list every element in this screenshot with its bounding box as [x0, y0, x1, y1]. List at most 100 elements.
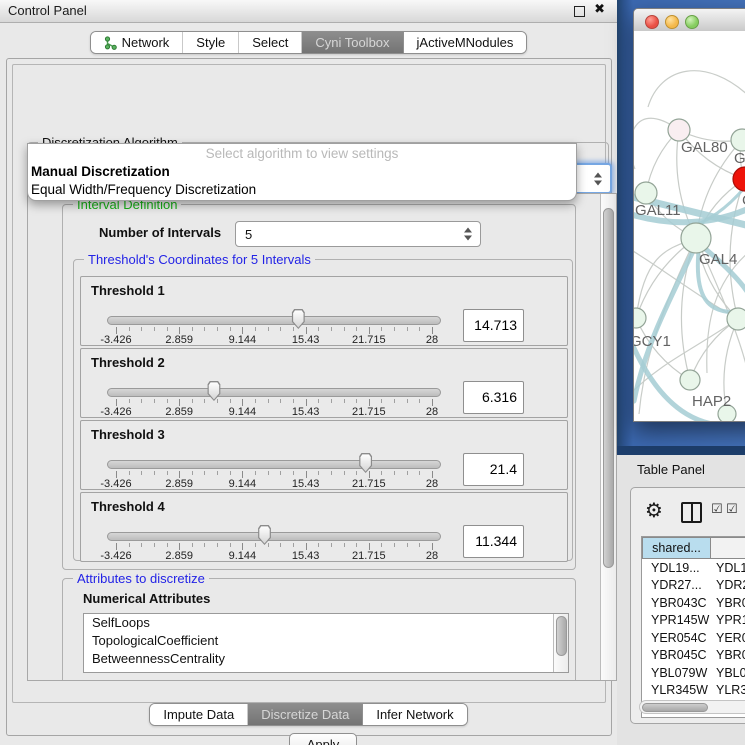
tick-mark: [230, 327, 231, 331]
tick-label: 15.43: [292, 478, 320, 490]
cell-name: YPR1: [711, 613, 745, 627]
attributes-scrollbar[interactable]: [553, 614, 568, 672]
tab-select[interactable]: Select: [238, 32, 301, 53]
tick-label: 2.859: [165, 478, 193, 490]
tick-label: 9.144: [229, 550, 257, 562]
algorithm-placeholder: Select algorithm to view settings: [28, 144, 576, 163]
settings-scrollbar[interactable]: [600, 194, 616, 680]
tick-mark: [242, 471, 243, 478]
network-window-titlebar[interactable]: [634, 9, 745, 32]
cell-shared-name: YPR145W: [642, 613, 711, 627]
threshold-value-field[interactable]: 6.316: [463, 381, 524, 414]
gear-icon[interactable]: ⚙: [645, 498, 663, 522]
table-row[interactable]: YDL19...YDL1: [642, 559, 745, 577]
close-icon[interactable]: ✖: [594, 2, 605, 17]
tick-mark: [344, 399, 345, 403]
tick-mark: [242, 399, 243, 406]
tick-mark: [192, 399, 193, 403]
network-node-gal4[interactable]: [681, 223, 711, 253]
tick-mark: [432, 471, 433, 478]
thresholds-group-title: Threshold's Coordinates for 5 Intervals: [84, 252, 315, 267]
window-title: Control Panel: [8, 0, 87, 22]
tick-mark: [280, 543, 281, 547]
tick-mark: [167, 399, 168, 403]
table-row[interactable]: YER054CYER0: [642, 629, 745, 647]
control-panel-titlebar[interactable]: Control Panel ✖: [0, 0, 617, 23]
network-node-c[interactable]: [733, 167, 745, 191]
tick-mark: [204, 543, 205, 547]
tab-label: Network: [122, 35, 170, 50]
tick-mark: [129, 327, 130, 331]
numerical-attributes-list[interactable]: SelfLoopsTopologicalCoefficientBetweenne…: [83, 613, 569, 673]
close-traffic-light-icon[interactable]: [645, 15, 659, 29]
checkbox-column-icon[interactable]: ☑: [711, 502, 723, 517]
settings-scrollbar-thumb[interactable]: [603, 208, 614, 568]
algorithm-option-equal-width-frequency-discretization[interactable]: Equal Width/Frequency Discretization: [28, 181, 576, 199]
network-edge: [690, 319, 738, 380]
split-panel-icon[interactable]: [681, 502, 702, 523]
attribute-item-betweennesscentrality[interactable]: BetweennessCentrality: [84, 650, 568, 668]
node-table-panel: ⚙ ☑ ☑ shared...na YDL19...YDL1YDR27...YD…: [630, 487, 745, 724]
tick-mark: [419, 543, 420, 547]
table-row[interactable]: YBL079WYBL0: [642, 664, 745, 682]
bottom-tab-label: Discretize Data: [261, 707, 349, 722]
slider-thumb[interactable]: [206, 380, 222, 401]
network-view-window[interactable]: GAL80GCGAL11GAL4GCY1HHAP2: [633, 8, 745, 422]
screen: Control Panel ✖ Network StyleSelectCyni T…: [0, 0, 745, 745]
network-node-g[interactable]: [731, 129, 745, 151]
tick-mark: [129, 543, 130, 547]
tick-mark: [407, 471, 408, 475]
slider-scale: -3.4262.8599.14415.4321.71528: [116, 421, 432, 489]
tab-jactivemnodules[interactable]: jActiveMNodules: [403, 32, 527, 53]
attribute-item-selfloops[interactable]: SelfLoops: [84, 614, 568, 632]
tick-mark: [116, 543, 117, 550]
top-tabs-group: Network StyleSelectCyni ToolboxjActiveMNo…: [90, 31, 528, 54]
bottom-tab-impute-data[interactable]: Impute Data: [150, 704, 247, 725]
table-row[interactable]: YPR145WYPR1: [642, 612, 745, 630]
minimize-traffic-light-icon[interactable]: [665, 15, 679, 29]
table-row[interactable]: YDR27...YDR2: [642, 577, 745, 595]
slider-thumb[interactable]: [290, 308, 306, 329]
table-row[interactable]: YBR045CYBR0: [642, 647, 745, 665]
column-header-shared-[interactable]: shared...: [642, 537, 711, 559]
network-node-gal80[interactable]: [668, 119, 690, 141]
tick-label: 2.859: [165, 550, 193, 562]
network-node-gcy1[interactable]: [634, 308, 646, 328]
table-panel-section: Table Panel ⚙ ☑ ☑ shared...na YDL19...YD…: [617, 455, 745, 745]
network-canvas[interactable]: GAL80GCGAL11GAL4GCY1HHAP2: [634, 31, 745, 421]
tab-network[interactable]: Network: [91, 32, 183, 53]
bottom-tab-infer-network[interactable]: Infer Network: [362, 704, 466, 725]
network-node-hap2[interactable]: [680, 370, 700, 390]
slider-thumb[interactable]: [257, 524, 273, 545]
bottom-tab-discretize-data[interactable]: Discretize Data: [247, 704, 362, 725]
threshold-value-field[interactable]: 11.344: [463, 525, 524, 558]
tab-style[interactable]: Style: [182, 32, 238, 53]
table-panel-title: Table Panel: [637, 462, 705, 477]
threshold-value-field[interactable]: 21.4: [463, 453, 524, 486]
slider-thumb[interactable]: [358, 452, 374, 473]
tab-cyni-toolbox[interactable]: Cyni Toolbox: [301, 32, 402, 53]
apply-button[interactable]: Apply: [289, 733, 357, 745]
attribute-item-topologicalcoefficient[interactable]: TopologicalCoefficient: [84, 632, 568, 650]
cell-shared-name: YBL079W: [642, 666, 711, 680]
node-label-g: G: [734, 150, 745, 167]
network-node-gal11[interactable]: [635, 182, 657, 204]
algorithm-option-manual-discretization[interactable]: Manual Discretization: [28, 163, 576, 181]
network-node-h[interactable]: [727, 308, 745, 330]
table-row[interactable]: YBR043CYBR0: [642, 594, 745, 612]
threshold-value-field[interactable]: 14.713: [463, 309, 524, 342]
settings-scrollpane: Interval Definition Number of Intervals …: [27, 193, 617, 681]
table-scrollbar-thumb[interactable]: [642, 703, 708, 712]
table-horizontal-scrollbar[interactable]: [639, 700, 745, 714]
attributes-scrollbar-thumb[interactable]: [556, 616, 567, 656]
table-row[interactable]: YLR345WYLR3: [642, 682, 745, 700]
number-of-intervals-combobox[interactable]: 5: [235, 221, 481, 247]
float-window-icon[interactable]: [574, 6, 585, 17]
column-header-na[interactable]: na: [711, 537, 745, 559]
tick-mark: [116, 327, 117, 334]
tick-mark: [179, 327, 180, 334]
zoom-traffic-light-icon[interactable]: [685, 15, 699, 29]
checkbox-column-icon-2[interactable]: ☑: [726, 502, 738, 517]
tick-mark: [280, 399, 281, 403]
node-attribute-table[interactable]: shared...na YDL19...YDL1YDR27...YDR2YBR0…: [641, 536, 745, 718]
